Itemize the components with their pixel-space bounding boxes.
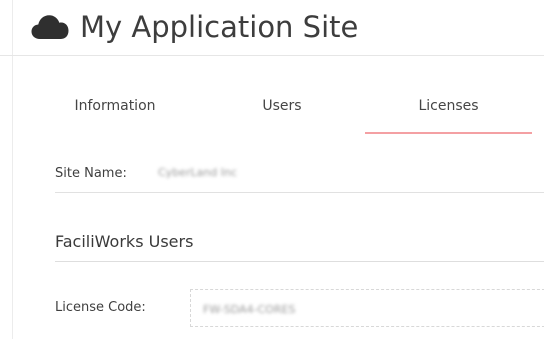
section-title: FaciliWorks Users: [55, 225, 544, 262]
site-name-value: CyberLand Inc: [158, 166, 238, 179]
cloud-icon: [31, 15, 69, 39]
site-name-field: Site Name: CyberLand Inc: [55, 158, 544, 193]
tab-users[interactable]: Users: [196, 86, 368, 132]
tab-information[interactable]: Information: [30, 86, 200, 132]
license-code-input[interactable]: FW-SDA4-CORES: [190, 289, 544, 327]
license-code-field: License Code: FW-SDA4-CORES: [55, 289, 544, 329]
license-code-value: FW-SDA4-CORES: [203, 303, 296, 316]
tab-bar: Information Users Licenses: [30, 86, 544, 134]
page-header: My Application Site: [0, 0, 544, 56]
site-name-label: Site Name:: [55, 166, 127, 181]
license-code-label: License Code:: [55, 300, 146, 315]
page-title: My Application Site: [80, 10, 359, 44]
tab-licenses[interactable]: Licenses: [365, 86, 532, 134]
